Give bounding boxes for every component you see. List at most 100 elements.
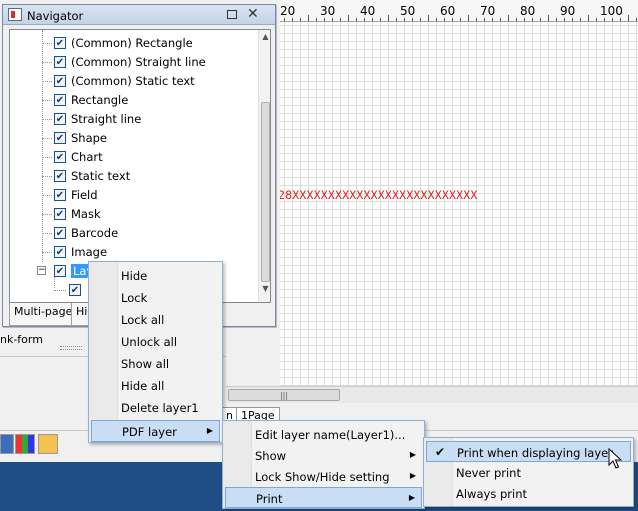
ruler-tick <box>620 18 621 21</box>
pdf-layer-submenu: Edit layer name(Layer1)... Show ▶ Lock Show… <box>222 420 425 509</box>
menu-item[interactable]: Lock <box>91 287 220 309</box>
tree-item[interactable]: ✔ (Common) Straight line <box>10 53 250 72</box>
tree-checkbox[interactable]: ✔ <box>54 132 66 144</box>
menu-item-label: Show <box>255 449 287 463</box>
tree-checkbox[interactable]: ✔ <box>54 75 66 87</box>
ruler-tick <box>532 18 533 21</box>
tree-item-label: Shape <box>71 131 108 145</box>
restore-icon[interactable] <box>227 10 237 19</box>
 <box>42 81 52 82</box>
ruler-tick <box>468 15 469 21</box>
tree-checkbox[interactable]: ✔ <box>54 189 66 201</box>
tree-checkbox[interactable]: ✔ <box>54 94 66 106</box>
menu-item[interactable]: Always print <box>426 483 631 504</box>
canvas-horizontal-scrollbar[interactable]: ||| <box>226 386 638 403</box>
menu-item[interactable]: Lock all <box>91 309 220 331</box>
tree-checkbox[interactable]: ✔ <box>54 170 66 182</box>
check-icon: ✔ <box>435 445 446 459</box>
ruler-tick <box>388 15 389 21</box>
tree-vertical-scrollbar[interactable]: ▲ ▼ <box>258 30 270 302</box>
navigator-titlebar[interactable]: Navigator ✕ <box>3 5 275 25</box>
ruler-tick <box>492 18 493 21</box>
menu-item-label: Lock <box>121 291 148 305</box>
tree-item[interactable]: ✔ Shape <box>10 129 250 148</box>
ruler-number: 80 <box>520 4 536 18</box>
submenu-arrow-icon: ▶ <box>408 493 415 502</box>
ruler-tick <box>412 18 413 21</box>
menu-item-label: Print when displaying layer <box>457 446 613 460</box>
menu-item[interactable]: Hide <box>91 265 220 287</box>
hscroll-thumb[interactable]: ||| <box>228 389 340 401</box>
tree-item[interactable]: ✔ (Common) Static text <box>10 72 250 91</box>
tree-item[interactable]: ✔ Image <box>10 243 250 262</box>
tree-item[interactable]: ✔ Static text <box>10 167 250 186</box>
design-canvas[interactable]: 20 30 40 50 60 70 80 90 100 28XXXXXXXXXXXXXXXXXX… <box>226 0 638 390</box>
submenu-arrow-icon: ▶ <box>409 471 416 480</box>
toolbar-icon-blue[interactable] <box>0 434 14 454</box>
ruler-tick <box>300 18 301 21</box>
tree-item[interactable]: ✔ Field <box>10 186 250 205</box>
menu-item[interactable]: ✔ Print when displaying layer <box>426 441 631 462</box>
tree-item[interactable]: ✔ Mask <box>10 205 250 224</box>
ruler-tick <box>548 15 549 21</box>
menu-item[interactable]: Never print <box>426 462 631 483</box>
ruler-tick <box>444 18 445 21</box>
menu-item[interactable]: Show ▶ <box>225 445 422 466</box>
ruler-tick <box>404 18 405 21</box>
ruler-tick <box>612 18 613 21</box>
canvas-grid[interactable] <box>226 22 638 390</box>
ruler-tick <box>500 18 501 21</box>
tree-checkbox[interactable]: ✔ <box>54 265 66 277</box>
menu-item[interactable]: Print ▶ <box>225 487 422 508</box>
ruler-tick <box>372 18 373 21</box>
menu-item-label: Edit layer name(Layer1)... <box>255 428 406 442</box>
color-grid-icon[interactable] <box>15 434 35 454</box>
scroll-up-icon[interactable]: ▲ <box>259 32 270 41</box>
menu-item-label: Never print <box>456 466 521 480</box>
tree-checkbox[interactable]: ✔ <box>54 56 66 68</box>
menu-item[interactable]: Unlock all <box>91 331 220 353</box>
menu-item[interactable]: Lock Show/Hide setting ▶ <box>225 466 422 487</box>
ruler-tick <box>484 18 485 21</box>
lock-icon[interactable] <box>38 434 58 454</box>
menu-item[interactable]: Delete layer1 <box>91 397 220 419</box>
close-icon[interactable]: ✕ <box>247 6 259 22</box>
scroll-down-icon[interactable]: ▼ <box>259 284 270 293</box>
tree-item-label: (Common) Straight line <box>71 55 206 69</box>
print-submenu: ✔ Print when displaying layer Never print A… <box>423 437 634 507</box>
tree-checkbox[interactable]: ✔ <box>54 208 66 220</box>
 <box>42 62 52 63</box>
field-object-text[interactable]: 28XXXXXXXXXXXXXXXXXXXXXXXXXX <box>278 188 477 202</box>
menu-item[interactable]: Show all <box>91 353 220 375</box>
ruler-number: 70 <box>480 4 496 18</box>
menu-item[interactable]: Hide all <box>91 375 220 397</box>
tree-checkbox[interactable]: ✔ <box>54 113 66 125</box>
 <box>42 214 52 215</box>
ruler-tick <box>356 18 357 21</box>
tree-item[interactable]: ✔ Barcode <box>10 224 250 243</box>
 <box>42 252 52 253</box>
menu-item-pdf-layer[interactable]: PDF layer ▶ <box>91 420 220 442</box>
menu-item-label: Lock all <box>121 313 165 327</box>
menu-item-label: Unlock all <box>121 335 178 349</box>
tree-checkbox[interactable]: ✔ <box>54 246 66 258</box>
tree-item[interactable]: ✔ Straight line <box>10 110 250 129</box>
tree-checkbox[interactable]: ✔ <box>54 151 66 163</box>
 <box>42 119 52 120</box>
ruler-tick <box>340 18 341 21</box>
ruler-tick <box>564 18 565 21</box>
tree-item[interactable]: ✔ Chart <box>10 148 250 167</box>
tree-checkbox[interactable]: ✔ <box>54 227 66 239</box>
ruler-tick <box>428 15 429 21</box>
tree-item[interactable]: ✔ Rectangle <box>10 91 250 110</box>
tree-item[interactable]: ✔ (Common) Rectangle <box>10 34 250 53</box>
 <box>42 138 52 139</box>
splitter-grip[interactable] <box>60 346 82 350</box>
tab-multi-page[interactable]: Multi-page <box>9 303 78 326</box>
tree-checkbox[interactable]: ✔ <box>69 284 81 296</box>
tree-item-label: Image <box>71 245 108 259</box>
tree-checkbox[interactable]: ✔ <box>54 37 66 49</box>
tree-collapse-icon[interactable]: − <box>37 266 46 275</box>
scroll-thumb[interactable] <box>261 102 270 282</box>
menu-item[interactable]: Edit layer name(Layer1)... <box>225 424 422 445</box>
